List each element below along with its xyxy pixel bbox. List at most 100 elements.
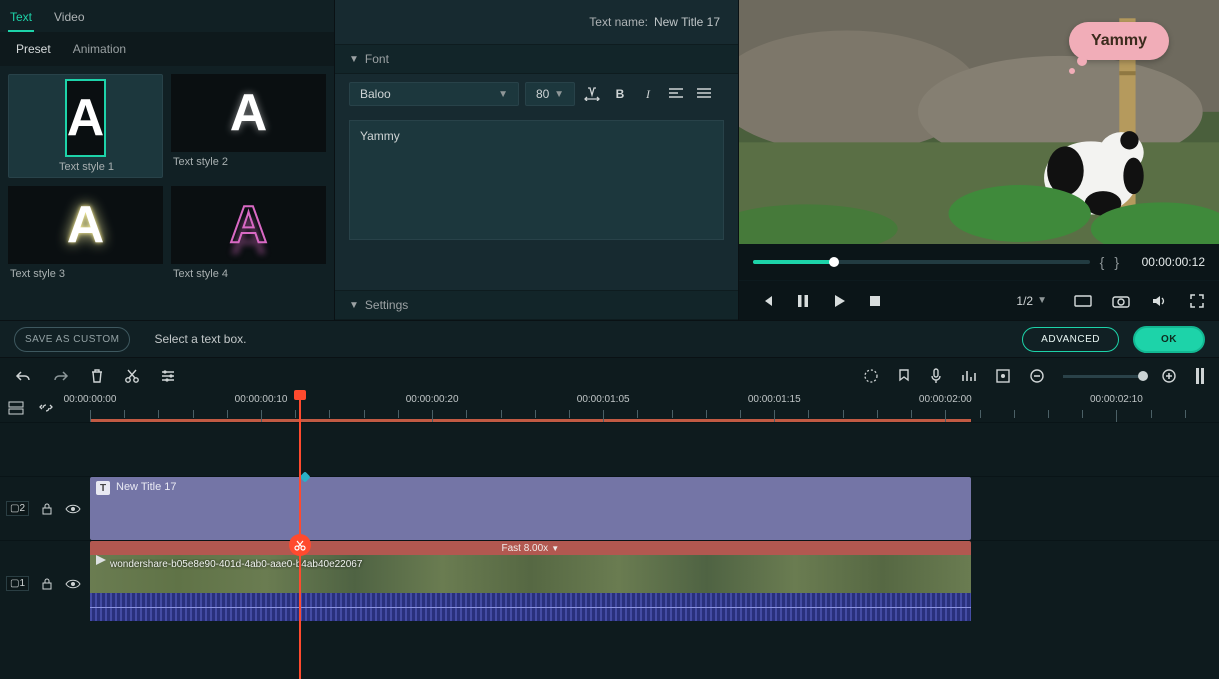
audio-mixer-button[interactable] bbox=[961, 369, 977, 383]
text-name-label: Text name: bbox=[589, 15, 648, 29]
track-video-hdr: ▢1 bbox=[0, 541, 90, 626]
ruler-label: 00:00:00:20 bbox=[406, 394, 459, 405]
ruler-label: 00:00:00:00 bbox=[64, 394, 117, 405]
save-as-custom-button[interactable]: SAVE AS CUSTOM bbox=[14, 327, 130, 352]
text-style-1[interactable]: A Text style 1 bbox=[8, 74, 163, 178]
quality-button[interactable] bbox=[1073, 291, 1093, 311]
text-style-3-label: Text style 3 bbox=[8, 268, 163, 280]
fullscreen-button[interactable] bbox=[1187, 291, 1207, 311]
clip-audio-waveform bbox=[90, 593, 971, 621]
track-video-lane[interactable]: Fast 8.00x ▼ wondershare-b05e8e90-401d-4… bbox=[90, 541, 1219, 626]
undo-button[interactable] bbox=[14, 369, 32, 383]
italic-button[interactable]: I bbox=[637, 82, 659, 106]
bubble-tail-icon bbox=[1069, 68, 1075, 74]
zoom-in-button[interactable] bbox=[1161, 368, 1177, 384]
preview-viewport[interactable]: Yammy bbox=[739, 0, 1219, 244]
seek-fill bbox=[753, 260, 834, 264]
timeline: 00:00:00:0000:00:00:1000:00:00:2000:00:0… bbox=[0, 358, 1219, 679]
prev-frame-button[interactable] bbox=[757, 291, 777, 311]
track-video-tag: ▢1 bbox=[6, 576, 29, 591]
render-button[interactable] bbox=[863, 368, 879, 384]
action-bar-hint: Select a text box. bbox=[154, 332, 246, 346]
text-style-4[interactable]: A Text style 4 bbox=[171, 186, 326, 280]
top-row: Text Video Preset Animation A Text style… bbox=[0, 0, 1219, 320]
track-title: ▢2 T New Title 17 bbox=[0, 476, 1219, 540]
preview-bubble-text: Yammy bbox=[1069, 22, 1169, 60]
seek-track[interactable] bbox=[753, 260, 1090, 264]
ok-button[interactable]: OK bbox=[1133, 326, 1205, 353]
preview-speech-bubble[interactable]: Yammy bbox=[1069, 22, 1169, 60]
manage-tracks-button[interactable] bbox=[8, 401, 24, 415]
preview-scale-select[interactable]: 1/2 ▼ bbox=[1016, 294, 1047, 308]
preview-right-icons bbox=[1073, 291, 1207, 311]
volume-button[interactable] bbox=[1149, 291, 1169, 311]
bubble-tail-icon bbox=[1077, 56, 1087, 66]
timeline-ruler[interactable]: 00:00:00:0000:00:00:1000:00:00:2000:00:0… bbox=[90, 394, 1219, 422]
snapshot-button[interactable] bbox=[1111, 291, 1131, 311]
pause-button[interactable] bbox=[793, 291, 813, 311]
font-size-select[interactable]: 80 ▼ bbox=[525, 82, 575, 106]
split-button[interactable] bbox=[124, 368, 140, 384]
track-spacer-lane[interactable] bbox=[90, 423, 1219, 476]
text-style-2[interactable]: A Text style 2 bbox=[171, 74, 326, 178]
eye-icon[interactable] bbox=[65, 578, 81, 590]
playback-buttons bbox=[757, 291, 885, 311]
settings-section-header[interactable]: ▼ Settings bbox=[335, 290, 738, 320]
tab-video[interactable]: Video bbox=[52, 4, 86, 32]
text-name-value: New Title 17 bbox=[654, 15, 720, 29]
ruler-label: 00:00:02:10 bbox=[1090, 394, 1143, 405]
chevron-down-icon: ▼ bbox=[1037, 295, 1047, 306]
clip-speed-strip: Fast 8.00x ▼ bbox=[90, 541, 971, 555]
timeline-options-button[interactable] bbox=[1195, 367, 1205, 385]
bold-button[interactable]: B bbox=[609, 82, 631, 106]
voiceover-button[interactable] bbox=[929, 368, 943, 384]
subtab-animation[interactable]: Animation bbox=[73, 42, 126, 56]
advanced-button[interactable]: ADVANCED bbox=[1022, 327, 1119, 352]
playhead-head-icon bbox=[294, 390, 306, 400]
clip-title[interactable]: T New Title 17 bbox=[90, 477, 971, 540]
mark-in-button[interactable]: { bbox=[1100, 254, 1105, 270]
chevron-down-icon: ▼ bbox=[554, 89, 564, 100]
seek-thumb[interactable] bbox=[829, 257, 839, 267]
track-title-lane[interactable]: T New Title 17 bbox=[90, 477, 1219, 540]
lock-icon[interactable] bbox=[41, 502, 53, 516]
align-justify-button[interactable] bbox=[693, 82, 715, 106]
eye-icon[interactable] bbox=[65, 503, 81, 515]
lock-icon[interactable] bbox=[41, 577, 53, 591]
redo-button[interactable] bbox=[52, 369, 70, 383]
settings-section-label: Settings bbox=[365, 298, 408, 312]
delete-button[interactable] bbox=[90, 368, 104, 384]
text-style-2-label: Text style 2 bbox=[171, 156, 326, 168]
ruler-label: 00:00:02:00 bbox=[919, 394, 972, 405]
letter-spacing-button[interactable] bbox=[581, 82, 603, 106]
subtab-preset[interactable]: Preset bbox=[16, 42, 51, 56]
align-left-button[interactable] bbox=[665, 82, 687, 106]
zoom-slider[interactable] bbox=[1063, 375, 1143, 378]
marker-button[interactable] bbox=[897, 368, 911, 384]
tab-text[interactable]: Text bbox=[8, 4, 34, 32]
text-style-4-thumb: A bbox=[171, 186, 326, 264]
stop-button[interactable] bbox=[865, 291, 885, 311]
clip-filename: wondershare-b05e8e90-401d-4ab0-aae0-b4ab… bbox=[110, 559, 963, 570]
text-style-3[interactable]: A Text style 3 bbox=[8, 186, 163, 280]
link-button[interactable] bbox=[38, 401, 54, 415]
timeline-playhead[interactable] bbox=[299, 398, 301, 679]
timeline-ruler-row: 00:00:00:0000:00:00:1000:00:00:2000:00:0… bbox=[0, 394, 1219, 422]
font-family-select[interactable]: Baloo ▼ bbox=[349, 82, 519, 106]
text-content-input[interactable] bbox=[349, 120, 724, 240]
font-controls-row: Baloo ▼ 80 ▼ B I bbox=[335, 74, 738, 114]
preview-seekbar: { } 00:00:00:12 bbox=[739, 244, 1219, 280]
adjust-button[interactable] bbox=[160, 369, 176, 383]
preview-timecode: 00:00:00:12 bbox=[1129, 255, 1205, 269]
playhead-split-handle[interactable] bbox=[289, 534, 311, 556]
font-section-header[interactable]: ▼ Font bbox=[335, 44, 738, 74]
clip-thumbnails: wondershare-b05e8e90-401d-4ab0-aae0-b4ab… bbox=[90, 555, 971, 593]
play-button[interactable] bbox=[829, 291, 849, 311]
ruler-label: 00:00:01:05 bbox=[577, 394, 630, 405]
zoom-out-button[interactable] bbox=[1029, 368, 1045, 384]
crop-button[interactable] bbox=[995, 368, 1011, 384]
zoom-slider-thumb[interactable] bbox=[1138, 371, 1148, 381]
clip-video[interactable]: Fast 8.00x ▼ wondershare-b05e8e90-401d-4… bbox=[90, 541, 971, 626]
mark-out-button[interactable]: } bbox=[1114, 254, 1119, 270]
panel-tabs: Text Video bbox=[0, 0, 334, 32]
